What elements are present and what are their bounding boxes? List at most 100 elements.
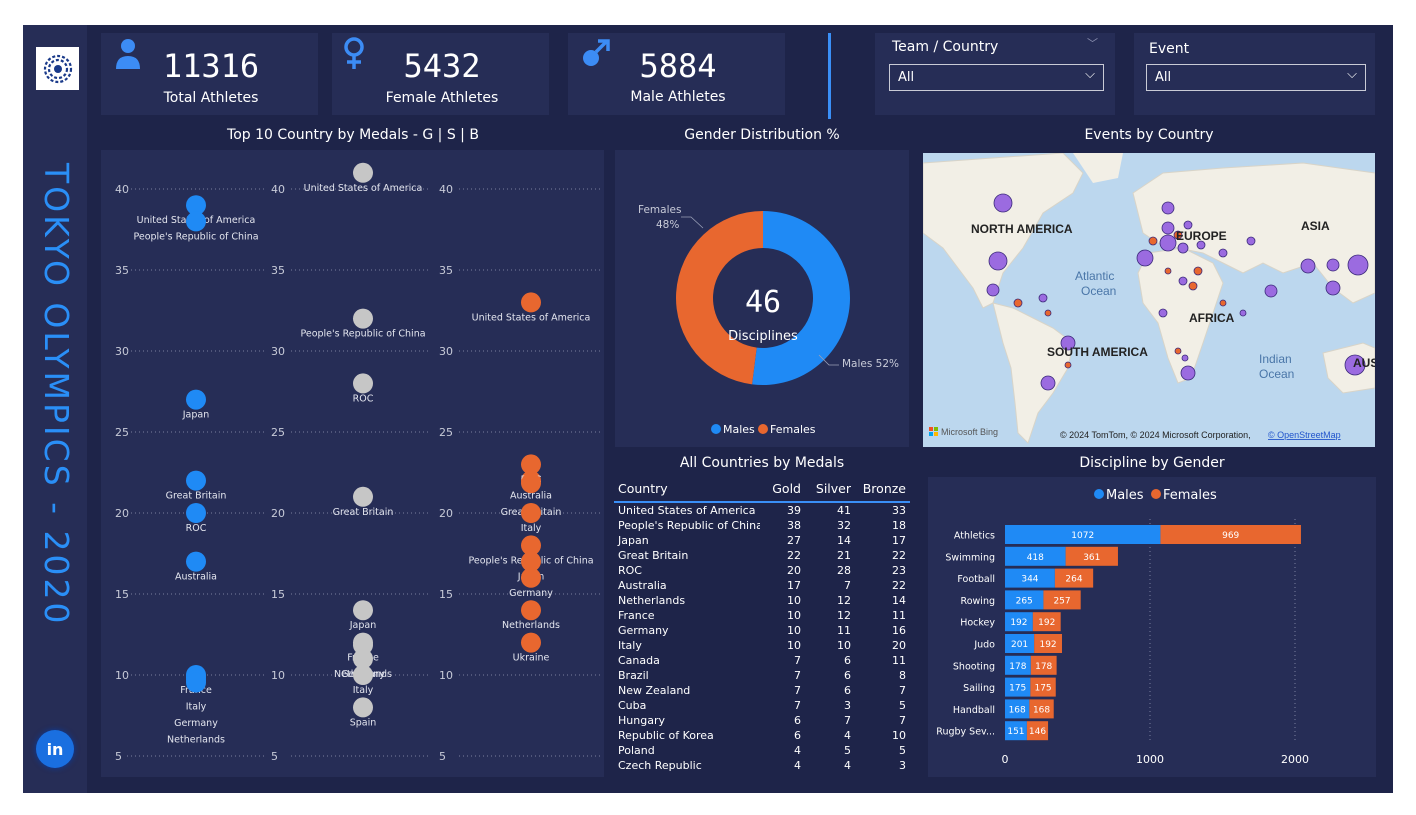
category-label: Rowing: [961, 596, 995, 607]
discipline-chart[interactable]: Males Females 0 1000 2000 Athletics 1072 969 Swi…: [928, 477, 1376, 777]
table-cell: 28: [837, 564, 851, 577]
dropdown-value: All: [1155, 70, 1172, 85]
table-cell: 3: [844, 699, 851, 712]
medal-point-silver[interactable]: [353, 665, 373, 685]
bar-value-males: 192: [1010, 618, 1027, 628]
kpi-card-male: 5884 Male Athletes: [568, 33, 785, 115]
bar-value-females: 969: [1222, 531, 1239, 541]
medal-point-silver[interactable]: [353, 373, 373, 394]
table-row[interactable]: People's Republic of China 38 32 18: [614, 518, 910, 533]
gender-donut[interactable]: 46 Disciplines Females 48% Males 52% Mal…: [615, 150, 909, 447]
medal-point-gold[interactable]: [186, 672, 206, 693]
medal-point-gold[interactable]: [186, 470, 206, 491]
map-label-indian-ocean: Ocean: [1259, 367, 1294, 381]
medal-point-gold[interactable]: [186, 551, 206, 572]
legend-males: Males: [1106, 488, 1144, 503]
table-row[interactable]: Czech Republic 4 4 3: [614, 758, 910, 773]
table-cell: 14: [892, 594, 906, 607]
olympic-logo: [36, 47, 79, 90]
team-country-dropdown[interactable]: All ⌵: [889, 64, 1104, 91]
table-cell: 4: [794, 744, 801, 757]
medal-point-bronze[interactable]: [521, 292, 541, 313]
table-row[interactable]: Netherlands 10 12 14: [614, 593, 910, 608]
point-label: Australia: [175, 572, 217, 583]
medals-chart[interactable]: 40 40 40 35 35 35 30 30 30 25 25 25 20 20 20 15 15 15 10 10…: [101, 150, 604, 777]
bar-value-males: 418: [1027, 553, 1044, 563]
map-label-south-america: SOUTH AMERICA: [1047, 345, 1148, 359]
medal-point-bronze[interactable]: [521, 473, 541, 494]
table-row[interactable]: Italy 10 10 20: [614, 638, 910, 653]
chevron-down-icon[interactable]: ﹀: [1087, 35, 1098, 51]
table-row[interactable]: ROC 20 28 23: [614, 563, 910, 578]
bar-value-males: 344: [1021, 575, 1038, 585]
chevron-down-icon: ⌵: [1347, 67, 1357, 82]
y-tick-label: 35: [115, 264, 129, 277]
point-label: Japan: [182, 410, 210, 421]
medal-point-bronze[interactable]: [521, 567, 541, 588]
point-label: Ukraine: [513, 653, 550, 664]
table-row[interactable]: Germany 10 11 16: [614, 623, 910, 638]
y-tick-label: 5: [115, 750, 122, 763]
medals-table[interactable]: Country Gold Silver Bronze United States…: [614, 475, 910, 773]
table-cell: Canada: [618, 654, 660, 667]
medal-point-silver[interactable]: [353, 600, 373, 621]
medal-point-silver[interactable]: [353, 308, 373, 329]
category-label: Swimming: [945, 552, 995, 563]
medal-point-bronze[interactable]: [521, 503, 541, 523]
table-row[interactable]: Republic of Korea 6 4 10: [614, 728, 910, 743]
osm-link[interactable]: © OpenStreetMap: [1268, 430, 1341, 440]
medal-point-gold[interactable]: [186, 389, 206, 410]
category-label: Judo: [973, 640, 995, 651]
y-tick-label: 40: [439, 183, 453, 196]
medal-point-bronze[interactable]: [521, 600, 541, 621]
bar-value-females: 178: [1035, 662, 1052, 672]
table-cell: 38: [787, 519, 801, 532]
medal-point-silver[interactable]: [353, 697, 373, 718]
linkedin-icon[interactable]: in: [36, 730, 74, 768]
medal-point-bronze[interactable]: [521, 454, 541, 475]
gender-chart-title: Gender Distribution %: [684, 127, 840, 143]
table-row[interactable]: Hungary 6 7 7: [614, 713, 910, 728]
table-cell: 12: [837, 609, 851, 622]
table-row[interactable]: United States of America 39 41 33: [614, 503, 910, 518]
events-map[interactable]: NORTH AMERICA SOUTH AMERICA EUROPE ASIA …: [923, 153, 1375, 447]
category-label: Hockey: [960, 618, 995, 629]
medal-point-gold[interactable]: [186, 503, 206, 523]
table-cell: 8: [899, 669, 906, 682]
medal-point-bronze[interactable]: [521, 632, 541, 653]
table-cell: 10: [787, 594, 801, 607]
y-tick-label: 15: [439, 588, 453, 601]
medal-point-gold[interactable]: [186, 211, 206, 232]
table-row[interactable]: Great Britain 22 21 22: [614, 548, 910, 563]
medal-point-silver[interactable]: [353, 486, 373, 507]
event-dropdown[interactable]: All ⌵: [1146, 64, 1366, 91]
bar-value-males: 265: [1016, 596, 1033, 606]
header-bronze[interactable]: Bronze: [855, 481, 910, 496]
bar-value-females: 146: [1029, 727, 1046, 737]
x-tick-label: 0: [1002, 753, 1009, 766]
kpi-value: 5432: [403, 47, 481, 85]
table-cell: Republic of Korea: [618, 729, 714, 742]
table-cell: 7: [794, 669, 801, 682]
dropdown-value: All: [898, 70, 915, 85]
table-row[interactable]: Cuba 7 3 5: [614, 698, 910, 713]
table-row[interactable]: Canada 7 6 11: [614, 653, 910, 668]
map-title: Events by Country: [1084, 127, 1214, 143]
table-row[interactable]: New Zealand 7 6 7: [614, 683, 910, 698]
table-cell: 10: [787, 609, 801, 622]
point-label: Germany: [509, 588, 553, 599]
header-gold[interactable]: Gold: [760, 481, 805, 496]
table-cell: 10: [892, 729, 906, 742]
table-row[interactable]: Poland 4 5 5: [614, 743, 910, 758]
table-cell: 23: [892, 564, 906, 577]
y-tick-label: 10: [439, 669, 453, 682]
header-silver[interactable]: Silver: [805, 481, 855, 496]
header-country[interactable]: Country: [614, 481, 760, 496]
table-row[interactable]: Brazil 7 6 8: [614, 668, 910, 683]
table-row[interactable]: France 10 12 11: [614, 608, 910, 623]
table-cell: 17: [892, 534, 906, 547]
table-body: United States of America 39 41 33 People's R…: [614, 503, 910, 773]
table-row[interactable]: Australia 17 7 22: [614, 578, 910, 593]
medal-point-silver[interactable]: [353, 162, 373, 183]
table-row[interactable]: Japan 27 14 17: [614, 533, 910, 548]
